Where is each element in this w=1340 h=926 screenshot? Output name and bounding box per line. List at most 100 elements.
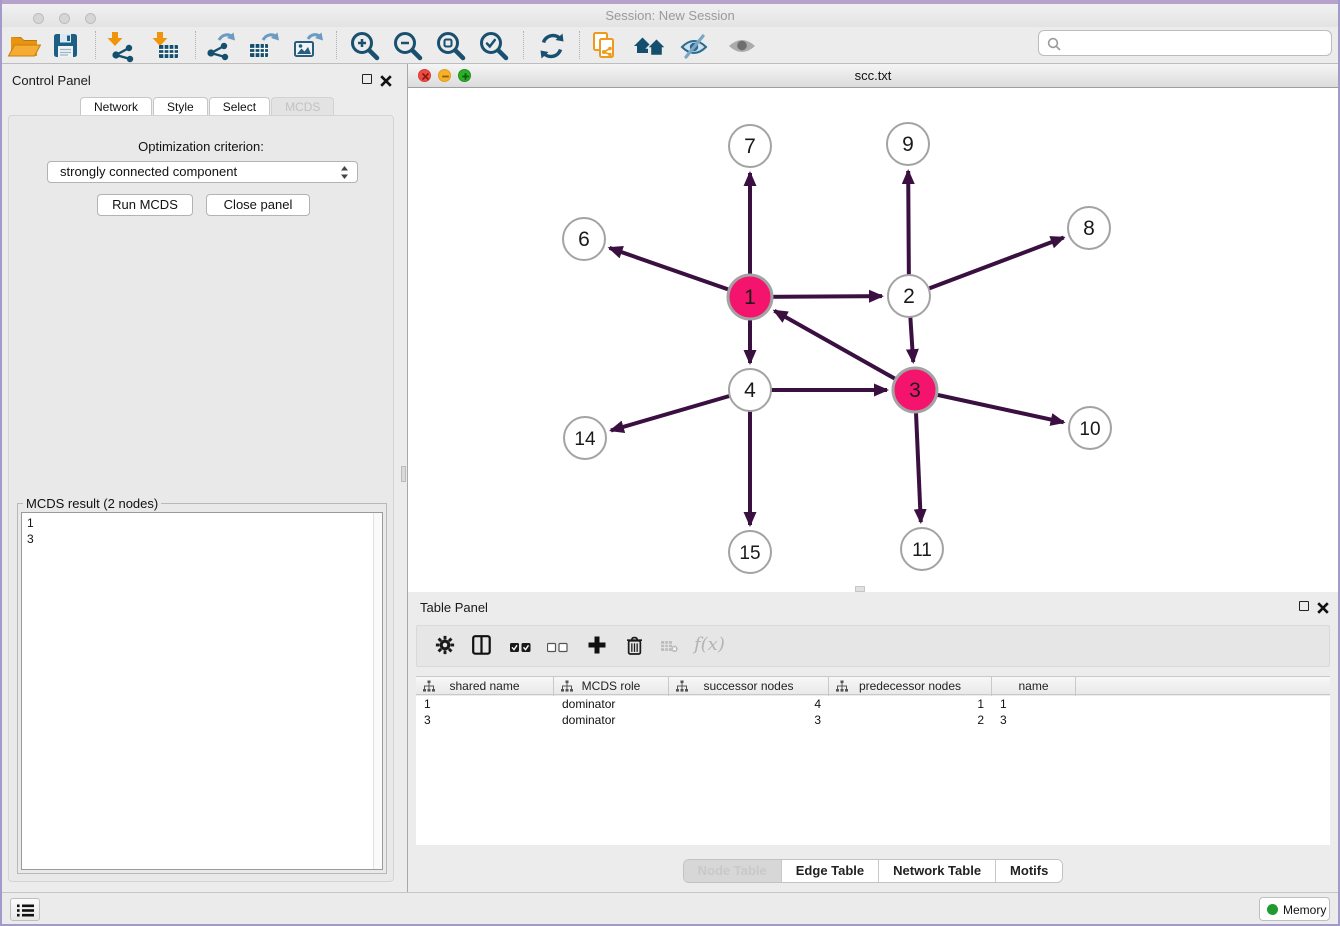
column-header-shared-name[interactable]: shared name — [416, 677, 554, 696]
tab-network[interactable]: Network — [80, 97, 152, 116]
tab-node-table[interactable]: Node Table — [684, 860, 781, 882]
delete-column-trash-icon[interactable] — [626, 635, 643, 661]
add-column-icon[interactable] — [587, 635, 607, 660]
columns-icon[interactable] — [472, 635, 491, 660]
refresh-view-icon[interactable] — [535, 29, 569, 63]
table-panel: Table Panel — [408, 592, 1338, 892]
table-cell: 1 — [992, 697, 1076, 713]
mcds-result-group: MCDS result (2 nodes) 13 — [17, 503, 387, 874]
export-table-icon[interactable] — [246, 29, 280, 63]
graph-node-label-8: 8 — [1083, 217, 1095, 240]
column-header-MCDS-role[interactable]: MCDS role — [554, 677, 669, 696]
toolbar-separator — [95, 31, 96, 59]
table-cell: dominator — [554, 713, 669, 729]
mcds-result-lines: 13 — [27, 515, 377, 547]
table-header-row: shared nameMCDS rolesuccessor nodesprede… — [416, 676, 1330, 695]
import-table-icon[interactable] — [150, 29, 184, 63]
column-header-successor-nodes[interactable]: successor nodes — [669, 677, 829, 696]
zoom-fit-icon[interactable] — [434, 29, 468, 63]
graph-node-label-10: 10 — [1079, 419, 1100, 440]
import-network-icon[interactable] — [105, 29, 139, 63]
table-cell: dominator — [554, 697, 669, 713]
tab-motifs[interactable]: Motifs — [995, 860, 1062, 882]
graph-edge-3-1[interactable] — [774, 311, 915, 390]
tab-network-table[interactable]: Network Table — [878, 860, 995, 882]
search-icon — [1047, 37, 1061, 51]
zoom-in-icon[interactable] — [348, 29, 382, 63]
deselect-all-checkboxes-icon[interactable] — [547, 640, 568, 658]
gear-icon[interactable] — [435, 635, 455, 660]
table-toolbar: f(x) — [416, 625, 1330, 667]
zoom-out-icon[interactable] — [391, 29, 425, 63]
table-row[interactable]: 3dominator323 — [416, 713, 1330, 729]
table-body: 1dominator4113dominator323 — [416, 696, 1330, 845]
column-header-predecessor-nodes[interactable]: predecessor nodes — [829, 677, 992, 696]
delete-table-icon-disabled — [661, 640, 678, 658]
toolbar-separator — [195, 31, 196, 59]
table-cell: 1 — [416, 697, 554, 713]
table-row[interactable]: 1dominator411 — [416, 697, 1330, 713]
control-panel-tabs: Network Style Select MCDS — [80, 97, 335, 116]
export-network-icon[interactable] — [203, 29, 237, 63]
network-window-titlebar: scc.txt — [408, 64, 1338, 88]
run-mcds-button[interactable]: Run MCDS — [97, 194, 193, 216]
graph-node-label-14: 14 — [574, 429, 596, 450]
application-window: Session: New Session — [0, 0, 1340, 926]
tab-mcds[interactable]: MCDS — [271, 97, 334, 116]
list-icon — [17, 904, 34, 917]
table-cell: 3 — [669, 713, 829, 729]
dropdown-value: strongly connected component — [60, 164, 237, 179]
optimization-criterion-dropdown[interactable]: strongly connected component — [47, 161, 358, 183]
table-cell: 1 — [829, 697, 992, 713]
memory-button[interactable]: Memory — [1259, 897, 1330, 921]
save-session-icon[interactable] — [49, 29, 83, 63]
toolbar-separator — [579, 31, 580, 59]
network-canvas[interactable]: 1234678910111415 — [408, 88, 1338, 592]
hide-selected-eye-icon[interactable] — [677, 29, 711, 63]
tab-style[interactable]: Style — [153, 97, 208, 116]
mcds-panel-body: Optimization criterion: strongly connect… — [8, 115, 394, 882]
export-image-icon[interactable] — [290, 29, 324, 63]
optimization-criterion-label: Optimization criterion: — [9, 139, 393, 154]
search-box — [1038, 30, 1332, 56]
toolbar-separator — [336, 31, 337, 59]
tab-edge-table[interactable]: Edge Table — [781, 860, 878, 882]
table-cell: 3 — [416, 713, 554, 729]
column-header-name[interactable]: name — [992, 677, 1076, 696]
zoom-selected-icon[interactable] — [477, 29, 511, 63]
divider-grip[interactable] — [401, 466, 406, 482]
mcds-result-textarea[interactable]: 13 — [21, 512, 383, 870]
graph-node-label-2: 2 — [903, 285, 915, 308]
graph-node-label-1: 1 — [744, 286, 756, 309]
float-panel-icon[interactable] — [362, 74, 372, 84]
clone-network-icon[interactable] — [587, 29, 621, 63]
memory-status-dot — [1267, 904, 1278, 915]
close-panel-button[interactable]: Close panel — [206, 194, 310, 216]
show-all-eye-icon[interactable] — [725, 29, 759, 63]
close-table-panel-icon[interactable] — [1317, 601, 1329, 613]
control-panel: Control Panel Network Style Select MCDS … — [2, 64, 400, 892]
tab-select[interactable]: Select — [209, 97, 270, 116]
float-table-panel-icon[interactable] — [1299, 601, 1309, 611]
result-scrollbar[interactable] — [373, 513, 382, 869]
table-panel-title: Table Panel — [420, 600, 488, 615]
close-panel-icon[interactable] — [380, 74, 392, 86]
graph-node-label-3: 3 — [909, 379, 921, 402]
window-title: Session: New Session — [2, 8, 1338, 23]
select-all-checkboxes-icon[interactable] — [510, 640, 531, 658]
task-history-button[interactable] — [10, 898, 40, 921]
control-panel-title: Control Panel — [12, 73, 91, 88]
graph-edge-2-8[interactable] — [909, 238, 1064, 296]
network-graph[interactable]: 1234678910111415 — [408, 88, 1338, 592]
table-cell: 4 — [669, 697, 829, 713]
search-input[interactable] — [1067, 33, 1325, 53]
graph-node-label-9: 9 — [902, 133, 914, 156]
open-session-icon[interactable] — [7, 29, 41, 63]
mcds-result-title: MCDS result (2 nodes) — [23, 496, 161, 511]
toolbar-separator — [523, 31, 524, 59]
panel-divider[interactable] — [400, 64, 408, 892]
memory-label: Memory — [1283, 903, 1326, 917]
table-cell: 3 — [992, 713, 1076, 729]
graph-node-label-6: 6 — [578, 228, 590, 251]
home-layout-icon[interactable] — [633, 29, 667, 63]
